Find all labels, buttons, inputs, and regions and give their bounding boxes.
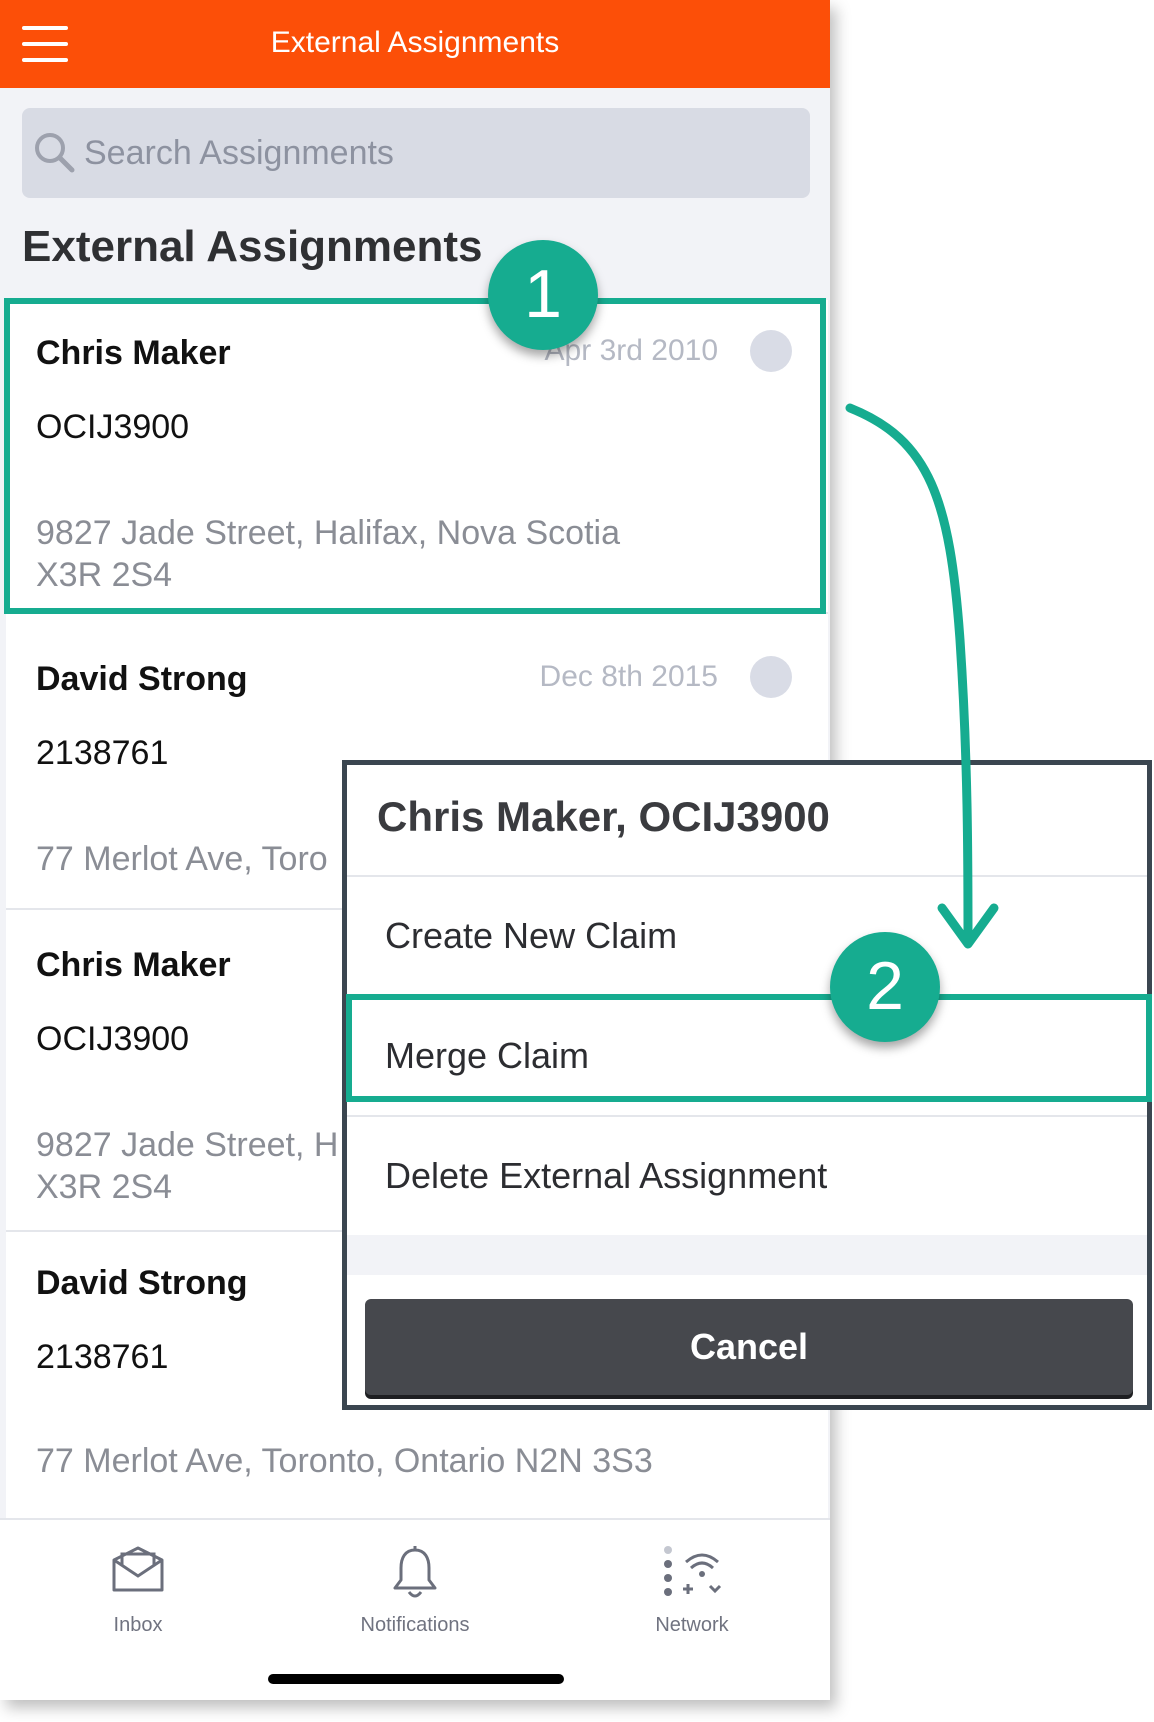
step-badge-1: 1 [488,240,598,350]
step-badge-2: 2 [830,932,940,1042]
